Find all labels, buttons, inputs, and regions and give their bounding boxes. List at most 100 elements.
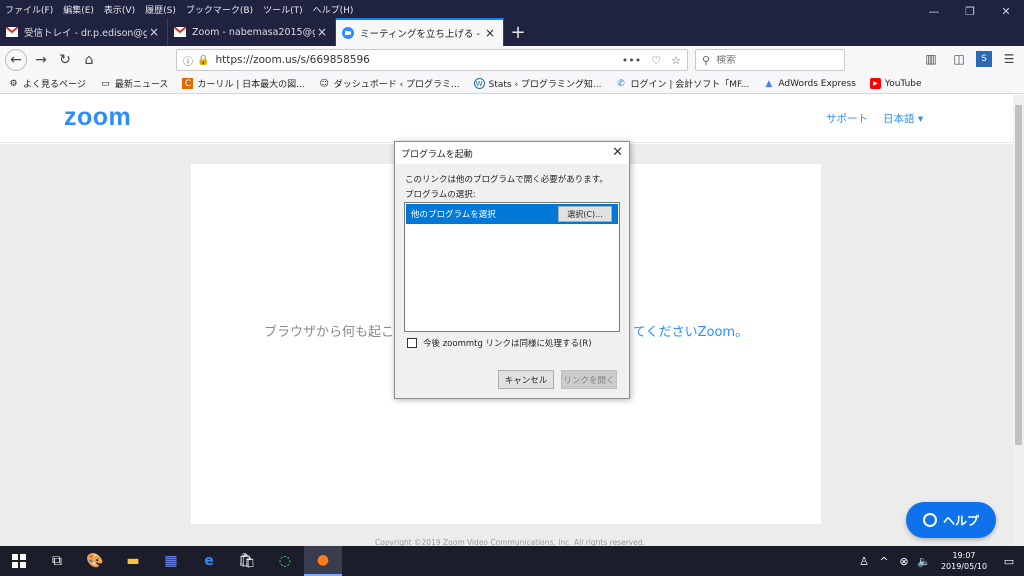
tab-zoom-gmail[interactable]: Zoom - nabemasa2015@gmail. ×: [168, 18, 336, 46]
calil-icon: C: [182, 78, 194, 89]
tray-expand-icon[interactable]: ^: [874, 555, 894, 568]
reload-icon[interactable]: ↻: [53, 48, 77, 72]
zoom-header: zoom サポート 日本語 ▾: [0, 95, 1013, 143]
gear-icon: ⚙: [9, 78, 18, 89]
support-link[interactable]: サポート: [826, 111, 868, 126]
mf-icon: ✆: [617, 78, 625, 89]
store-icon[interactable]: 🛍: [228, 546, 266, 576]
extension-icon[interactable]: S: [976, 51, 992, 67]
chat-icon: [922, 513, 937, 527]
scrollbar-thumb[interactable]: [1015, 105, 1022, 445]
page-scrollbar[interactable]: [1013, 95, 1024, 546]
youtube-icon: ▶: [869, 78, 881, 89]
new-tab-icon[interactable]: +: [504, 18, 532, 46]
clock-date: 2019/05/10: [940, 562, 988, 571]
adwords-icon: ▲: [765, 78, 773, 89]
task-view-icon[interactable]: ⧉: [38, 546, 76, 576]
cancel-button[interactable]: キャンセル: [498, 370, 554, 389]
gmail-icon: [6, 26, 18, 38]
menu-bookmarks[interactable]: ブックマーク(B): [181, 3, 258, 16]
search-box[interactable]: ⚲: [695, 49, 845, 71]
home-icon[interactable]: ⌂: [77, 48, 101, 72]
spinner-app-icon[interactable]: ◌: [266, 546, 304, 576]
edge-icon[interactable]: e: [190, 546, 228, 576]
avatar-icon: ☺: [319, 78, 329, 89]
copyright-text: Copyright ©2019 Zoom Video Communication…: [375, 538, 645, 546]
pocket-icon[interactable]: ♡: [651, 54, 661, 67]
windows-taskbar: ⧉ 🎨 ▬ ▦ e 🛍 ◌ ● ♙ ^ ⊗ 🔈 19:07 2019/05/10…: [0, 546, 1024, 576]
paint-icon[interactable]: 🎨: [76, 546, 114, 576]
menu-help[interactable]: ヘルプ(H): [308, 3, 359, 16]
tab-gmail-inbox[interactable]: 受信トレイ - dr.p.edison@gmail. ×: [0, 18, 168, 46]
zoom-logo[interactable]: zoom: [64, 103, 131, 132]
zoom-icon: [342, 27, 354, 39]
tab-zoom-meeting[interactable]: ミーティングを立ち上げる - Zoom ×: [336, 18, 504, 46]
people-icon[interactable]: ♙: [854, 555, 874, 568]
menu-file[interactable]: ファイル(F): [0, 3, 58, 16]
hamburger-menu-icon[interactable]: ☰: [998, 48, 1020, 70]
clock-time: 19:07: [952, 551, 976, 560]
bookmark-item[interactable]: ⚙ よく見るページ: [8, 77, 85, 91]
search-icon: ⚲: [702, 53, 711, 67]
tab-label: 受信トレイ - dr.p.edison@gmail.: [24, 28, 147, 39]
tab-label: ミーティングを立ち上げる - Zoom: [360, 29, 483, 40]
checkbox[interactable]: [407, 338, 417, 348]
folder-icon: ▭: [101, 78, 110, 89]
bookmarks-toolbar: ⚙ よく見るページ ▭ 最新ニュース C カーリル | 日本最大の図... ☺ ダッシュ…: [0, 74, 1024, 94]
dialog-choose-label: プログラムの選択:: [405, 190, 476, 200]
calculator-icon[interactable]: ▦: [152, 546, 190, 576]
menu-tools[interactable]: ツール(T): [258, 3, 308, 16]
volume-icon[interactable]: 🔈: [914, 555, 934, 568]
dialog-close-icon[interactable]: ✕: [612, 145, 623, 160]
info-icon[interactable]: ⓘ: [183, 53, 193, 68]
bookmark-item[interactable]: C カーリル | 日本最大の図...: [182, 77, 305, 90]
tab-label: Zoom - nabemasa2015@gmail.: [192, 26, 315, 38]
open-link-button[interactable]: リンクを開く: [561, 370, 617, 389]
network-icon[interactable]: ⊗: [894, 555, 914, 568]
application-list[interactable]: 他のプログラムを選択 選択(C)...: [404, 202, 620, 332]
firefox-icon[interactable]: ●: [304, 546, 342, 576]
bookmark-item[interactable]: W Stats ‹ プログラミング知...: [473, 77, 602, 90]
bookmark-item[interactable]: ✆ ログイン | 会計ソフト「MF...: [616, 77, 749, 91]
checkbox-label: 今後 zoommtg リンクは同様に処理する(R): [423, 339, 592, 349]
tab-bar: 受信トレイ - dr.p.edison@gmail. × Zoom - nabe…: [0, 18, 1024, 46]
back-icon[interactable]: ←: [5, 49, 27, 71]
sidebar-icon[interactable]: ◫: [948, 48, 970, 70]
search-input[interactable]: [716, 54, 827, 66]
application-list-item-selected[interactable]: 他のプログラムを選択 選択(C)...: [406, 204, 618, 224]
bookmark-item[interactable]: ☺ ダッシュボード ‹ プログラミ...: [319, 77, 460, 91]
url-bar[interactable]: ⓘ 🔒 https://zoom.us/s/669858596 ••• ♡ ☆: [176, 49, 688, 71]
file-explorer-icon[interactable]: ▬: [114, 546, 152, 576]
choose-button[interactable]: 選択(C)...: [558, 206, 612, 222]
system-tray: ♙ ^ ⊗ 🔈 19:07 2019/05/10 ▭: [854, 546, 1024, 576]
forward-icon[interactable]: →: [29, 48, 53, 72]
close-tab-icon[interactable]: ×: [147, 25, 161, 39]
page-actions-icon[interactable]: •••: [622, 54, 641, 67]
notification-icon[interactable]: ▭: [994, 555, 1024, 568]
lock-icon: 🔒: [197, 54, 210, 66]
language-selector[interactable]: 日本語 ▾: [883, 111, 923, 126]
dialog-title: プログラムを起動: [395, 142, 629, 164]
remember-choice-checkbox[interactable]: 今後 zoommtg リンクは同様に処理する(R): [407, 337, 592, 349]
library-icon[interactable]: ▥: [920, 48, 942, 70]
menu-history[interactable]: 履歴(S): [140, 3, 181, 16]
bookmark-star-icon[interactable]: ☆: [671, 54, 681, 67]
launch-application-dialog: プログラムを起動 ✕ このリンクは他のプログラムで開く必要があります。 プログラ…: [394, 141, 630, 399]
launch-message-link[interactable]: てくださいZoom。: [633, 321, 748, 340]
close-tab-icon[interactable]: ×: [315, 25, 329, 39]
launch-message: ブラウザから何も起こ: [264, 325, 395, 340]
menu-bar: ファイル(F) 編集(E) 表示(V) 履歴(S) ブックマーク(B) ツール(…: [0, 0, 1024, 18]
start-icon[interactable]: [0, 546, 38, 576]
help-button[interactable]: ヘルプ: [906, 502, 996, 538]
bookmark-item[interactable]: ▭ 最新ニュース: [100, 77, 168, 91]
wordpress-icon: W: [473, 78, 485, 89]
clock[interactable]: 19:07 2019/05/10: [934, 550, 994, 572]
bookmark-item[interactable]: ▶ YouTube: [869, 78, 922, 89]
close-tab-icon[interactable]: ×: [483, 26, 497, 40]
menu-edit[interactable]: 編集(E): [58, 3, 99, 16]
dialog-message: このリンクは他のプログラムで開く必要があります。: [405, 175, 608, 185]
gmail-icon: [174, 26, 186, 38]
navigation-bar: ← → ↻ ⌂ ⓘ 🔒 https://zoom.us/s/669858596 …: [0, 46, 1024, 74]
bookmark-item[interactable]: ▲ AdWords Express: [763, 78, 856, 89]
menu-view[interactable]: 表示(V): [99, 3, 140, 16]
